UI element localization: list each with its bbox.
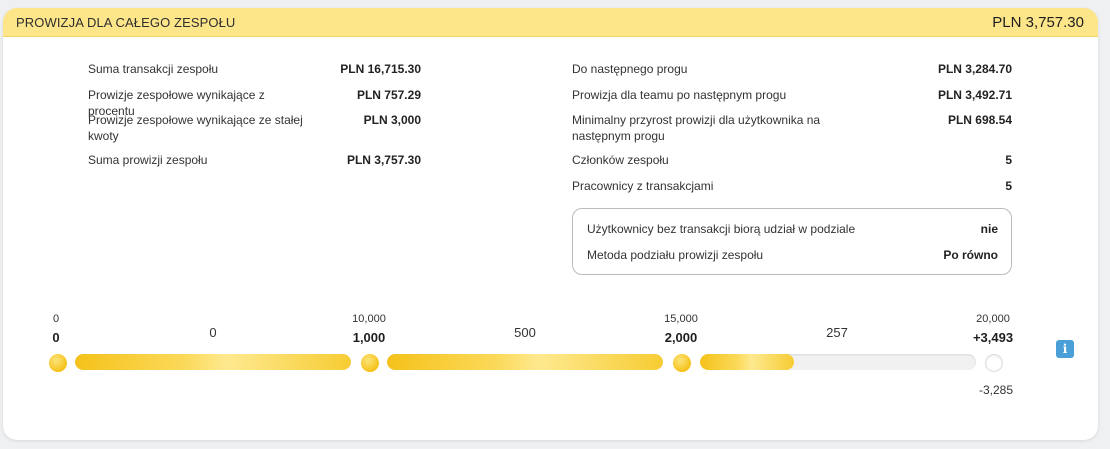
- threshold-amount: 0: [52, 313, 60, 325]
- threshold-commission: 0: [52, 330, 60, 345]
- split-settings-box: Użytkownicy bez transakcji biorą udział …: [572, 208, 1012, 275]
- stat-value: PLN 3,000: [363, 113, 421, 127]
- stat-value: PLN 757.29: [356, 88, 421, 102]
- segment-fill: [700, 354, 794, 370]
- setting-label: Metoda podziału prowizji zespołu: [587, 248, 764, 262]
- stat-label: Suma prowizji zespołu: [88, 153, 208, 167]
- stat-label: Pracownicy z transakcjami: [572, 179, 714, 193]
- stat-value: PLN 3,757.30: [346, 153, 421, 167]
- segment-bar: [700, 354, 976, 370]
- stat-value: PLN 698.54: [947, 113, 1012, 127]
- stat-row: Członków zespołu 5: [572, 152, 1012, 168]
- segment-fill: [75, 354, 351, 370]
- setting-label: Użytkownicy bez transakcji biorą udział …: [587, 222, 856, 236]
- remaining-to-threshold: -3,285: [978, 383, 1013, 397]
- threshold-amount: 20,000: [976, 313, 1010, 325]
- setting-value: Po równo: [943, 248, 998, 262]
- threshold-dot-reached: [361, 354, 379, 372]
- stat-label: Minimalny przyrost prowizji dla użytkown…: [572, 113, 821, 143]
- stat-row: Prowizje zespołowe wynikające ze stałej …: [88, 112, 421, 144]
- segment-commission: 257: [826, 325, 848, 340]
- team-commission-card: PROWIZJA DLA CAŁEGO ZESPOŁU PLN 3,757.30…: [3, 8, 1098, 440]
- threshold-commission: +3,493: [972, 330, 1014, 345]
- stat-value: PLN 16,715.30: [340, 62, 421, 76]
- stat-row: Do następnego progu PLN 3,284.70: [572, 61, 1012, 77]
- stat-row: Pracownicy z transakcjami 5: [572, 178, 1012, 194]
- card-total: PLN 3,757.30: [992, 13, 1084, 31]
- stat-label: Prowizje zespołowe wynikające ze stałej …: [88, 113, 303, 143]
- threshold-dot-pending: [985, 354, 1003, 372]
- stat-row: Suma transakcji zespołu PLN 16,715.30: [88, 61, 421, 77]
- setting-row: Metoda podziału prowizji zespołu Po równ…: [587, 247, 998, 263]
- stat-label: Suma transakcji zespołu: [88, 62, 219, 76]
- stat-row: Prowizja dla teamu po następnym progu PL…: [572, 87, 1012, 103]
- stat-value: 5: [1005, 153, 1012, 167]
- threshold-commission: 1,000: [352, 330, 386, 345]
- stat-row: Suma prowizji zespołu PLN 3,757.30: [88, 152, 421, 168]
- stat-label: Członków zespołu: [572, 153, 669, 167]
- setting-row: Użytkownicy bez transakcji biorą udział …: [587, 221, 998, 237]
- threshold-commission: 2,000: [664, 330, 698, 345]
- segment-commission: 500: [514, 325, 536, 340]
- stat-value: PLN 3,284.70: [937, 62, 1012, 76]
- segment-fill: [387, 354, 663, 370]
- card-title: PROWIZJA DLA CAŁEGO ZESPOŁU: [16, 14, 236, 30]
- card-header: PROWIZJA DLA CAŁEGO ZESPOŁU PLN 3,757.30: [3, 8, 1098, 37]
- threshold-dot-reached: [49, 354, 67, 372]
- threshold-amount: 10,000: [352, 313, 386, 325]
- stat-value: 5: [1005, 179, 1012, 193]
- threshold-amount: 15,000: [664, 313, 698, 325]
- stat-value: PLN 3,492.71: [937, 88, 1012, 102]
- stat-row: Minimalny przyrost prowizji dla użytkown…: [572, 112, 1012, 144]
- stat-label: Prowizja dla teamu po następnym progu: [572, 88, 787, 102]
- setting-value: nie: [980, 222, 998, 236]
- threshold-dot-reached: [673, 354, 691, 372]
- segment-bar: [387, 354, 663, 370]
- info-icon[interactable]: i: [1056, 340, 1074, 358]
- stat-label: Do następnego progu: [572, 62, 688, 76]
- segment-bar: [75, 354, 351, 370]
- segment-commission: 0: [209, 325, 217, 340]
